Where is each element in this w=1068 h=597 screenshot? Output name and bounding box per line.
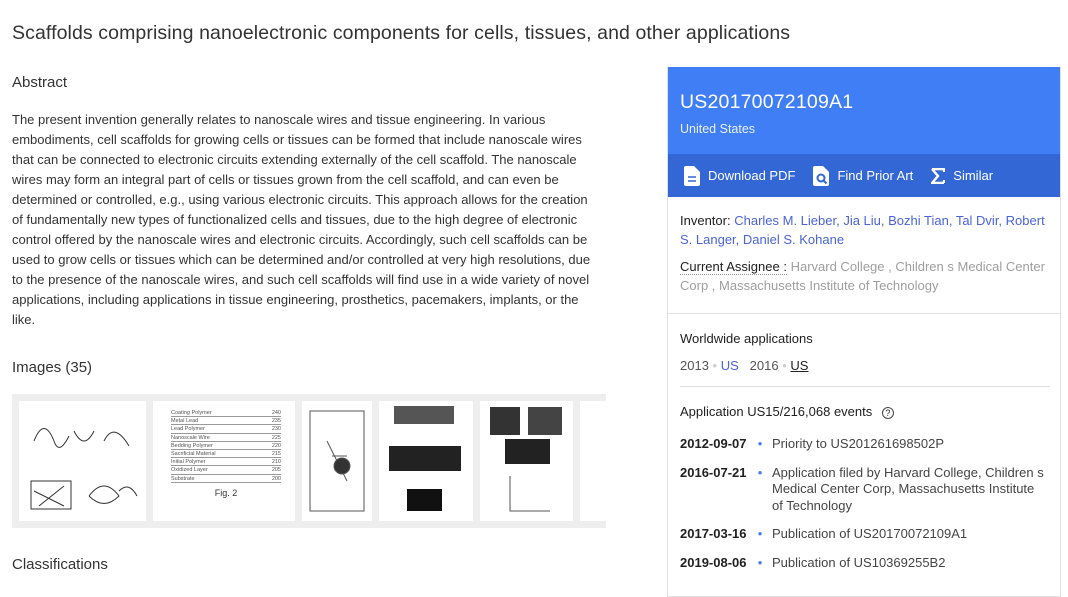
worldwide-country-current[interactable]: US bbox=[790, 358, 808, 373]
download-pdf-label: Download PDF bbox=[708, 168, 796, 183]
figure-layer: Metal Lead bbox=[171, 418, 199, 425]
event-text: Priority to US201261698502P bbox=[772, 436, 945, 451]
image-thumbnail-fig5[interactable] bbox=[480, 401, 573, 521]
figure-ref: 210 bbox=[271, 459, 281, 466]
figure-table-row: Sacrificial Material 215 bbox=[171, 450, 281, 459]
help-icon[interactable]: ? bbox=[881, 407, 894, 419]
worldwide-heading: Worldwide applications bbox=[680, 331, 813, 346]
patent-number: US20170072109A1 bbox=[680, 91, 854, 113]
image-thumbnail-fig3[interactable] bbox=[302, 401, 372, 521]
figure-layer: Oxidized Layer bbox=[171, 467, 208, 474]
figure-layer: Substrate bbox=[171, 475, 195, 482]
figure-table-row: Coating Polymer 240 bbox=[171, 409, 281, 418]
inventor-label: Inventor: bbox=[680, 213, 731, 228]
figure-ref: 200 bbox=[271, 475, 281, 482]
event-item: 2016-07-21 • Application filed by Harvard … bbox=[680, 465, 1048, 515]
image-thumbnail-fig2[interactable]: Coating Polymer 240 Metal Lead 235 Lead Poly… bbox=[153, 401, 295, 521]
page-title: Scaffolds comprising nanoelectronic comp… bbox=[12, 22, 791, 44]
event-item: 2012-09-07 • Priority to US201261698502P bbox=[680, 436, 1048, 453]
event-date: 2017-03-16 bbox=[680, 526, 747, 541]
figure-layer: Bedding Polymer bbox=[171, 442, 213, 449]
event-date: 2012-09-07 bbox=[680, 436, 747, 451]
similar-label: Similar bbox=[953, 168, 994, 183]
classifications-heading: Classifications bbox=[12, 556, 108, 573]
image-thumbnail-fig6[interactable] bbox=[580, 401, 606, 521]
document-icon bbox=[684, 165, 700, 186]
figure-ref: 240 bbox=[271, 410, 281, 416]
figure-layer: Initial Polymer bbox=[171, 459, 206, 466]
similar-button[interactable]: Similar bbox=[931, 167, 994, 184]
worldwide-year: 2016 bbox=[749, 358, 779, 373]
search-document-icon bbox=[813, 165, 830, 186]
event-date: 2019-08-06 bbox=[680, 554, 747, 570]
event-text: Publication of US20170072109A1 bbox=[772, 526, 968, 541]
bullet: • bbox=[757, 464, 763, 480]
images-heading: Images (35) bbox=[12, 359, 93, 376]
patent-info-panel: US20170072109A1 United States Download P… bbox=[667, 67, 1061, 597]
figure-table-row: Initial Polymer 210 bbox=[171, 458, 281, 467]
figure-table-row: Substrate 200 bbox=[171, 475, 281, 483]
inventor-links[interactable]: Charles M. Lieber, Jia Liu, Bozhi Tian, … bbox=[680, 213, 1045, 247]
sigma-icon bbox=[931, 167, 946, 184]
events-heading: Application US15/216,068 events bbox=[680, 404, 873, 419]
find-prior-art-label: Find Prior Art bbox=[837, 168, 914, 183]
figure-ref: 235 bbox=[271, 418, 281, 425]
event-item: 2017-03-16 • Publication of US20170072109A… bbox=[680, 526, 1048, 543]
image-thumbnail-fig1[interactable] bbox=[19, 401, 146, 521]
figure-ref: 230 bbox=[271, 426, 281, 433]
figure-layer: Coating Polymer bbox=[171, 410, 212, 416]
bullet: • bbox=[757, 436, 763, 451]
figure-ref: 220 bbox=[271, 442, 281, 449]
download-pdf-button[interactable]: Download PDF bbox=[684, 165, 796, 186]
patent-country: United States bbox=[680, 122, 756, 136]
abstract-text: The present invention generally relates … bbox=[12, 112, 591, 327]
assignee-label: Current Assignee : bbox=[680, 259, 787, 275]
find-prior-art-button[interactable]: Find Prior Art bbox=[813, 165, 914, 186]
figure-layer: Lead Polymer bbox=[171, 426, 205, 433]
figure-table-row: Nanoscale Wire 225 bbox=[171, 434, 281, 442]
figure-table-row: Oxidized Layer 205 bbox=[171, 466, 281, 475]
worldwide-year: 2013 bbox=[680, 358, 709, 373]
figure-table-row: Metal Lead 235 bbox=[171, 417, 281, 426]
figure-layer: Sacrificial Material bbox=[171, 450, 216, 457]
figure-caption: Fig. 2 bbox=[214, 487, 238, 498]
worldwide-country-link[interactable]: US bbox=[721, 358, 739, 373]
event-date: 2016-07-21 bbox=[680, 464, 747, 480]
bullet: • bbox=[757, 554, 763, 570]
figure-table-row: Lead Polymer 230 bbox=[171, 425, 281, 434]
figure-table-row: Bedding Polymer 220 bbox=[171, 442, 281, 450]
figure-ref: 205 bbox=[271, 467, 281, 474]
abstract-heading: Abstract bbox=[12, 74, 68, 91]
event-text: Publication of US10369255B2 bbox=[772, 554, 946, 570]
figure-layer: Nanoscale Wire bbox=[171, 434, 210, 441]
figure-ref: 215 bbox=[271, 450, 281, 457]
figure-ref: 225 bbox=[271, 434, 281, 441]
bullet: • bbox=[757, 526, 763, 541]
image-carousel[interactable]: Coating Polymer 240 Metal Lead 235 Lead Poly… bbox=[12, 394, 606, 528]
event-item: 2019-08-06 • Publication of US10369255B2 bbox=[680, 555, 1048, 572]
image-thumbnail-fig4[interactable] bbox=[379, 401, 473, 521]
event-text: Application filed by Harvard College, Ch… bbox=[772, 464, 1044, 513]
